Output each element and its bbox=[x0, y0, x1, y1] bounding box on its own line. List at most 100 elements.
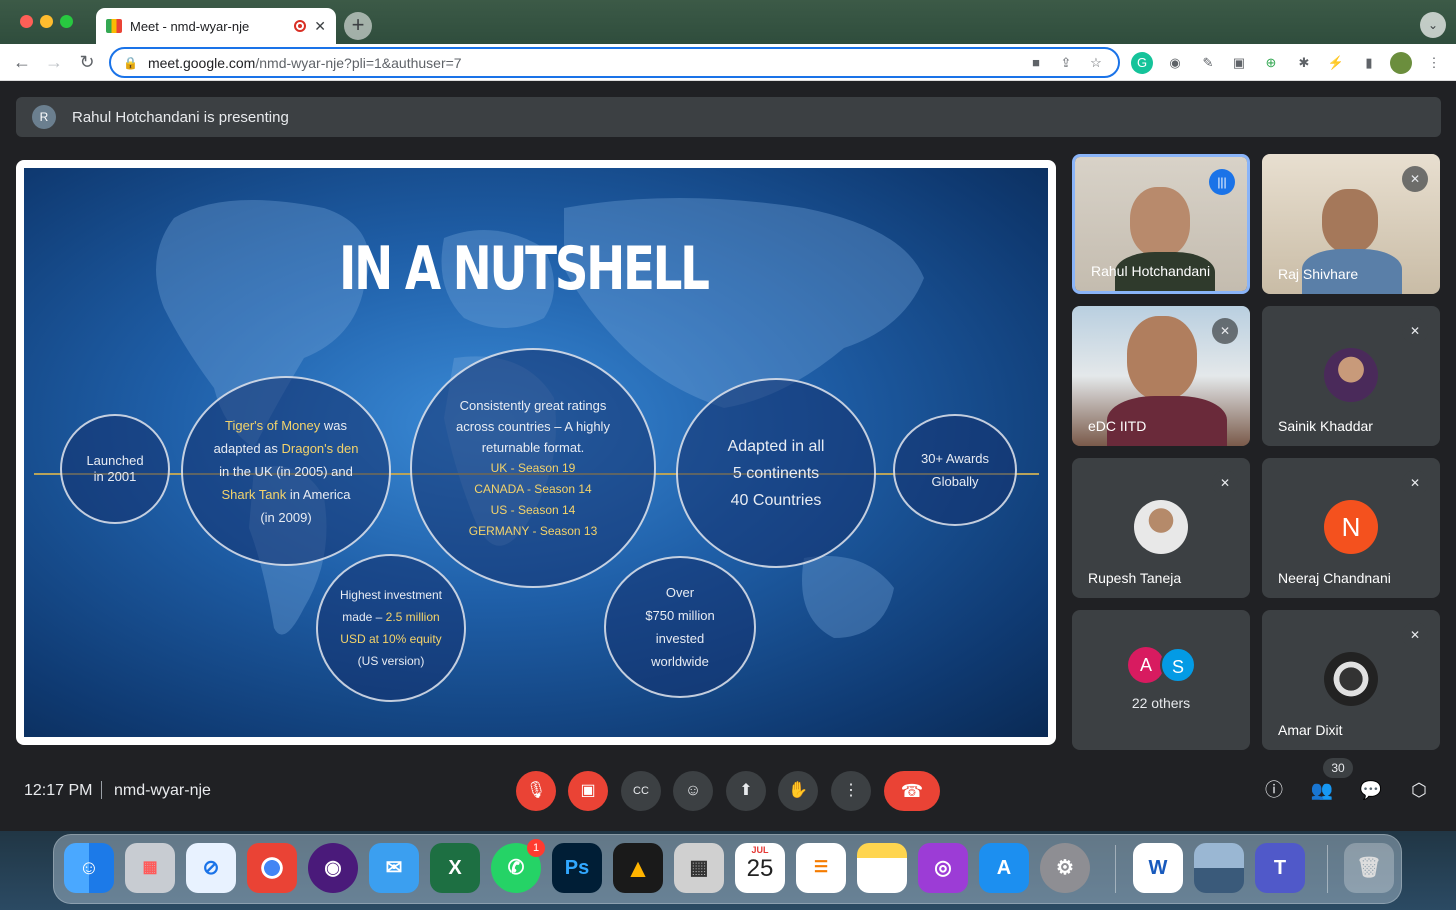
season-us: US - Season 14 bbox=[490, 502, 576, 517]
launchpad-icon[interactable]: ▦ bbox=[125, 843, 175, 893]
bubble-investment: Highest investment made – 2.5 million US… bbox=[316, 554, 466, 702]
reload-icon[interactable]: ↻ bbox=[75, 50, 99, 74]
forward-arrow-icon[interactable]: → bbox=[42, 50, 66, 74]
participant-tile-raj[interactable]: ✕ Raj Shivhare bbox=[1262, 154, 1440, 294]
sidebar-panel-icon[interactable]: ▮ bbox=[1358, 52, 1380, 74]
new-tab-button[interactable]: + bbox=[344, 12, 372, 40]
muted-mic-icon: ✕ bbox=[1402, 166, 1428, 192]
investment-line-4: (US version) bbox=[357, 654, 425, 668]
excel-icon[interactable]: X bbox=[430, 843, 480, 893]
tab-close-icon[interactable]: ✕ bbox=[314, 18, 326, 35]
participant-tile-others[interactable]: A S 22 others bbox=[1072, 610, 1250, 750]
emoji-reaction-button[interactable]: ☺ bbox=[673, 771, 713, 811]
raise-hand-button[interactable]: ✋ bbox=[778, 771, 818, 811]
rupesh-avatar bbox=[1134, 500, 1188, 554]
puzzle-extensions-icon[interactable]: ✱ bbox=[1293, 52, 1315, 74]
more-options-button[interactable]: ⋮ bbox=[831, 771, 871, 811]
profile-avatar[interactable] bbox=[1390, 52, 1412, 74]
back-arrow-icon[interactable]: ← bbox=[10, 50, 34, 74]
participant-tile-rupesh[interactable]: ✕ Rupesh Taneja bbox=[1072, 458, 1250, 598]
vlc-icon[interactable]: ▲ bbox=[613, 843, 663, 893]
eyedropper-extension-icon[interactable]: ✎ bbox=[1197, 52, 1219, 74]
amar-avatar bbox=[1324, 652, 1378, 706]
system-preferences-icon[interactable]: ⚙ bbox=[1040, 843, 1090, 893]
word-icon[interactable]: W bbox=[1133, 843, 1183, 893]
close-window-button[interactable] bbox=[20, 15, 33, 28]
mic-off-button[interactable]: 🎙 bbox=[516, 771, 556, 811]
safari-icon[interactable]: ⊘ bbox=[186, 843, 236, 893]
over-line-2: $750 million bbox=[645, 608, 715, 623]
bubble-awards: 30+ Awards Globally bbox=[893, 414, 1017, 526]
chrome-icon[interactable] bbox=[247, 843, 297, 893]
others-count: 22 others bbox=[1131, 695, 1191, 711]
captions-button[interactable]: CC bbox=[621, 771, 661, 811]
chat-icon[interactable]: 💬 bbox=[1358, 777, 1384, 803]
screenshot-extension-icon[interactable]: ◉ bbox=[1164, 52, 1186, 74]
awards-line-2: Globally bbox=[931, 474, 979, 489]
muted-mic-icon: ✕ bbox=[1402, 470, 1428, 496]
tab-search-chevron-icon[interactable]: ⌄ bbox=[1420, 12, 1446, 38]
finder-icon[interactable]: ☺ bbox=[64, 843, 114, 893]
tigers-of-money-text: Tiger's of Money bbox=[225, 417, 321, 433]
participant-tile-amar[interactable]: ✕ Amar Dixit bbox=[1262, 610, 1440, 750]
participant-tile-edc-iitd[interactable]: ✕ eDC IITD bbox=[1072, 306, 1250, 446]
trash-icon[interactable]: 🗑 bbox=[1344, 843, 1394, 893]
people-icon[interactable]: 👥 bbox=[1309, 777, 1335, 803]
continents-line-1: Adapted in all bbox=[727, 437, 825, 455]
participant-name: Rupesh Taneja bbox=[1088, 570, 1182, 586]
app-store-icon[interactable]: A bbox=[979, 843, 1029, 893]
ratings-line-3: returnable format. bbox=[481, 439, 585, 455]
mail-icon[interactable]: ✉ bbox=[369, 843, 419, 893]
maximize-window-button[interactable] bbox=[60, 15, 73, 28]
meeting-code: nmd-wyar-nje bbox=[114, 782, 211, 799]
preview-icon[interactable] bbox=[1194, 843, 1244, 893]
adapted-as-text: adapted as bbox=[213, 440, 282, 456]
calendar-icon[interactable]: JUL 25 bbox=[735, 843, 785, 893]
camera-icon[interactable]: ■ bbox=[1026, 55, 1046, 70]
browser-tab-bar: Meet - nmd-wyar-nje ✕ + ⌄ bbox=[0, 0, 1456, 44]
participant-name: Sainik Khaddar bbox=[1278, 418, 1373, 434]
over-line-3: invested bbox=[655, 631, 705, 646]
teams-icon[interactable]: T bbox=[1255, 843, 1305, 893]
participant-name: Amar Dixit bbox=[1278, 722, 1343, 738]
reminders-icon[interactable]: ☰ bbox=[796, 843, 846, 893]
present-screen-button[interactable]: ⬆ bbox=[726, 771, 766, 811]
podcasts-icon[interactable]: ◎ bbox=[918, 843, 968, 893]
photoshop-icon[interactable]: Ps bbox=[552, 843, 602, 893]
performance-icon[interactable]: ⚡ bbox=[1325, 52, 1347, 74]
continents-line-2: 5 continents bbox=[732, 464, 820, 482]
bookmark-star-icon[interactable]: ☆ bbox=[1086, 55, 1106, 71]
bubble-launched: Launched in 2001 bbox=[60, 414, 170, 524]
slide-title: IN A NUTSHELL bbox=[339, 234, 710, 304]
lock-icon: 🔒 bbox=[123, 55, 138, 70]
bubble-continents: Adapted in all 5 continents 40 Countries bbox=[676, 378, 876, 568]
participant-tile-rahul[interactable]: ||| Rahul Hotchandani bbox=[1072, 154, 1250, 294]
browser-tab-meet[interactable]: Meet - nmd-wyar-nje ✕ bbox=[96, 8, 336, 44]
season-germany: GERMANY - Season 13 bbox=[468, 523, 598, 538]
whatsapp-icon[interactable]: ✆ 1 bbox=[491, 839, 545, 893]
macos-dock: ☺ ▦ ⊘ ◉ ✉ X ✆ 1 Ps ▲ ▦ JUL 25 ☰ ◎ A ⚙ W T… bbox=[53, 834, 1402, 904]
calendar-day: 25 bbox=[746, 855, 774, 882]
tor-browser-icon[interactable]: ◉ bbox=[308, 843, 358, 893]
notes-icon[interactable] bbox=[857, 843, 907, 893]
other-avatar-a: A bbox=[1128, 647, 1164, 683]
sainik-avatar bbox=[1324, 348, 1378, 402]
bubble-ratings: Consistently great ratings across countr… bbox=[410, 348, 656, 588]
share-icon[interactable]: ⇪ bbox=[1056, 55, 1076, 71]
investment-line-2: made – 2.5 million bbox=[342, 606, 439, 628]
minimize-window-button[interactable] bbox=[40, 15, 53, 28]
activities-icon[interactable]: ⬡ bbox=[1406, 777, 1432, 803]
extension-square-icon[interactable]: ▣ bbox=[1228, 52, 1250, 74]
meeting-info-icon[interactable]: ⓘ bbox=[1261, 777, 1287, 803]
calculator-icon[interactable]: ▦ bbox=[674, 843, 724, 893]
menu-kebab-icon[interactable]: ⋮ bbox=[1423, 52, 1445, 74]
grammarly-extension-icon[interactable]: G bbox=[1131, 52, 1153, 74]
camera-off-button[interactable]: ▣ bbox=[568, 771, 608, 811]
participant-tile-neeraj[interactable]: N ✕ Neeraj Chandnani bbox=[1262, 458, 1440, 598]
over-line-4: worldwide bbox=[651, 654, 709, 669]
green-extension-icon[interactable]: ⊕ bbox=[1260, 52, 1282, 74]
end-call-button[interactable]: ☎ bbox=[884, 771, 940, 811]
address-bar[interactable]: 🔒 meet.google.com/nmd-wyar-nje?pli=1&aut… bbox=[109, 47, 1120, 78]
continents-line-3: 40 Countries bbox=[730, 491, 822, 509]
participant-tile-sainik[interactable]: ✕ Sainik Khaddar bbox=[1262, 306, 1440, 446]
